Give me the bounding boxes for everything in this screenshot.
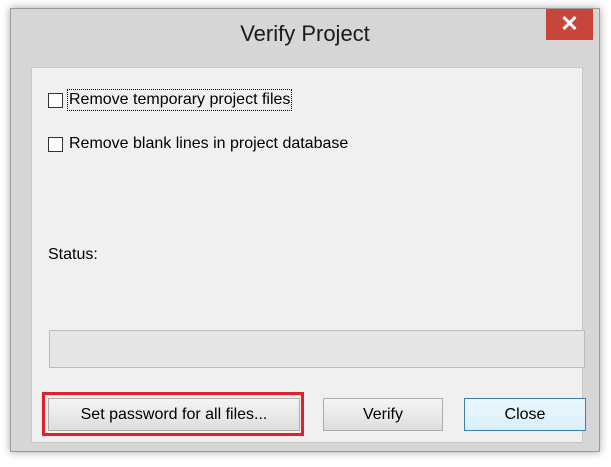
- option-label: Remove temporary project files: [66, 89, 293, 111]
- dialog-body: Remove temporary project files Remove bl…: [31, 67, 586, 443]
- close-window-button[interactable]: ✕: [546, 9, 593, 40]
- checkbox-remove-temp-files[interactable]: [48, 92, 63, 108]
- option-remove-temp-files[interactable]: Remove temporary project files: [48, 88, 293, 112]
- title-bar: Verify Project ✕: [11, 9, 599, 59]
- close-button[interactable]: Close: [464, 398, 586, 431]
- checkbox-remove-blank-lines[interactable]: [48, 136, 63, 152]
- set-password-button[interactable]: Set password for all files...: [48, 398, 300, 431]
- verify-button[interactable]: Verify: [323, 398, 443, 431]
- status-label: Status:: [48, 246, 98, 263]
- option-label: Remove blank lines in project database: [69, 135, 349, 152]
- option-remove-blank-lines[interactable]: Remove blank lines in project database: [48, 132, 348, 156]
- dialog-title: Verify Project: [240, 21, 370, 46]
- verify-project-dialog: Verify Project ✕ Remove temporary projec…: [10, 8, 600, 452]
- progress-bar: [49, 330, 585, 368]
- close-icon: ✕: [560, 11, 579, 36]
